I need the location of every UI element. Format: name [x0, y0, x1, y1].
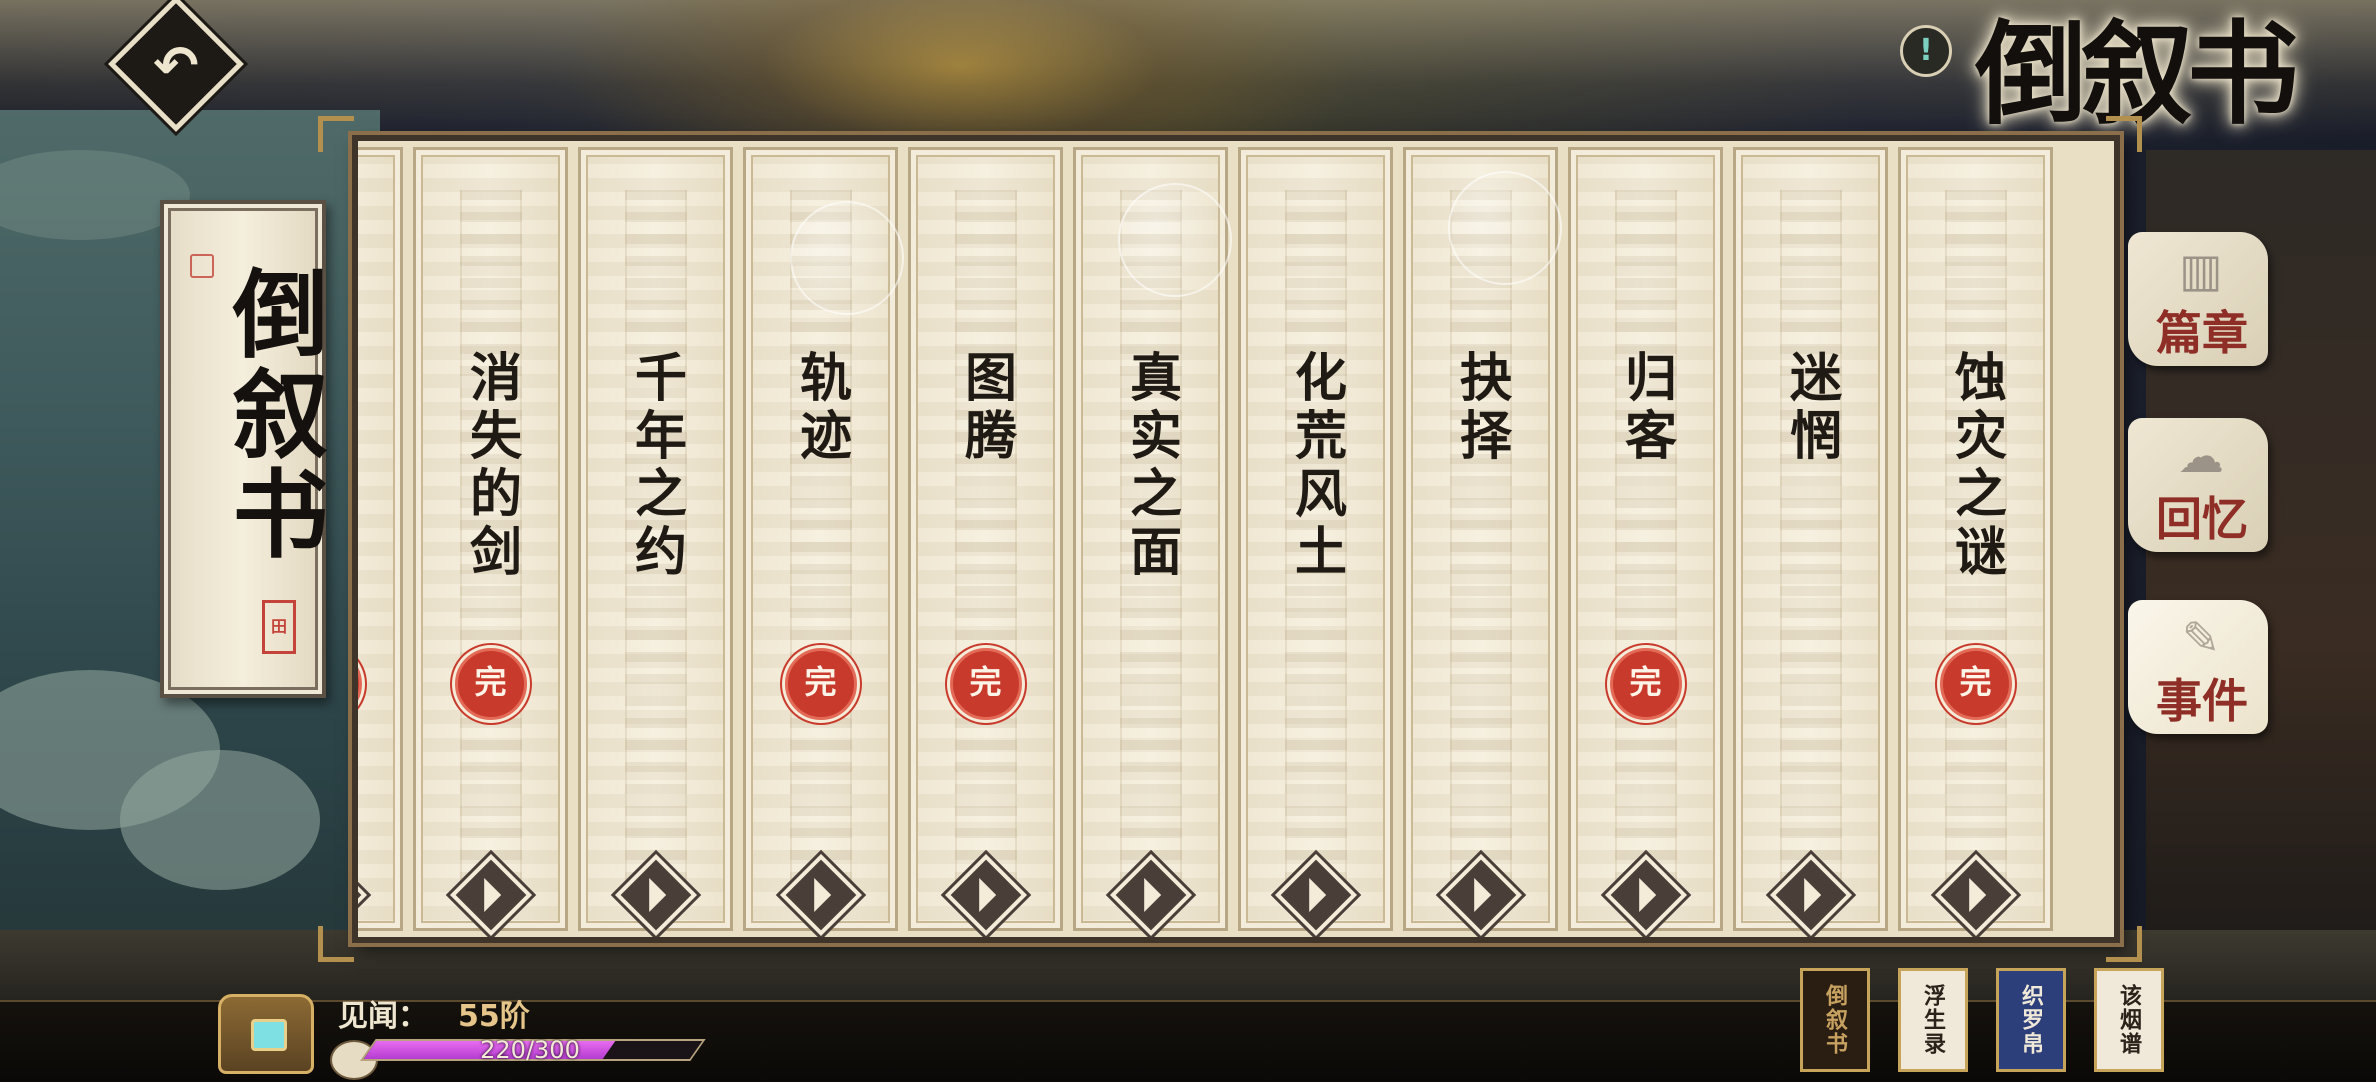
tab-memories[interactable]: ☁ 回忆	[2128, 418, 2268, 552]
completed-seal-icon: 完	[1939, 648, 2012, 720]
tab-label: 篇章	[2156, 306, 2248, 360]
card-title: 抉择	[1450, 350, 1512, 466]
book-cover: 该烟谱	[2103, 977, 2155, 1063]
chapter-card[interactable]: 化荒风土	[1238, 147, 1393, 937]
tab-label: 回忆	[2156, 492, 2248, 546]
chapter-card[interactable]: 图腾完	[908, 147, 1063, 937]
book-cover: 浮生录	[1907, 977, 1959, 1063]
book-tab[interactable]: 浮生录	[1898, 968, 1968, 1072]
chapter-card[interactable]: 千年之约	[578, 147, 733, 937]
tab-events[interactable]: ✎ 事件	[2128, 600, 2268, 734]
book-cover: 倒叙书	[1809, 977, 1861, 1063]
card-title: 归客	[1615, 350, 1677, 466]
completed-seal-icon: 完	[454, 648, 527, 720]
card-title-area: 真实之面	[1076, 350, 1225, 630]
book-label: 浮生录	[1920, 984, 1946, 1056]
banner-title: 倒叙书	[216, 264, 329, 564]
card-title: 真实之面	[1120, 350, 1182, 582]
card-title-area: 轨迹	[746, 350, 895, 630]
cloud-shape	[120, 750, 320, 890]
knowledge-level: 55阶	[458, 999, 530, 1034]
chapter-card[interactable]: 蚀灾之谜完	[1898, 147, 2053, 937]
chapter-card[interactable]: 消失的剑完	[413, 147, 568, 937]
completed-seal-icon: 完	[1609, 648, 1682, 720]
tab-chapters[interactable]: ▥ 篇章	[2128, 232, 2268, 366]
card-title-area: 千年之约	[581, 350, 730, 630]
book-tab[interactable]: 倒叙书	[1800, 968, 1870, 1072]
chapter-panel: 江永谷完消失的剑完千年之约轨迹完图腾完真实之面化荒风土抉择归客完迷惘蚀灾之谜完	[352, 135, 2120, 943]
seal-stamp: 田	[262, 600, 296, 654]
knowledge-label: 见闻：	[338, 999, 428, 1034]
book-label: 倒叙书	[1822, 984, 1848, 1056]
play-triangle-icon	[1638, 878, 1656, 912]
chapter-card[interactable]: 抉择	[1403, 147, 1558, 937]
play-triangle-icon	[483, 878, 501, 912]
book-cover: 织罗帛	[2005, 977, 2057, 1063]
cloud-swirl-icon: ☁	[2178, 429, 2224, 483]
book-label: 该烟谱	[2116, 984, 2142, 1056]
card-title-area: 归客	[1571, 350, 1720, 630]
play-triangle-icon	[1308, 878, 1326, 912]
card-title: 蚀灾之谜	[1945, 350, 2007, 582]
cards-row: 江永谷完消失的剑完千年之约轨迹完图腾完真实之面化荒风土抉择归客完迷惘蚀灾之谜完	[358, 147, 2114, 937]
completed-seal-icon: 完	[784, 648, 857, 720]
card-title: 千年之约	[625, 350, 687, 582]
scroll-icon: ▥	[2179, 243, 2223, 297]
chapter-card[interactable]: 迷惘	[1733, 147, 1888, 937]
card-title-area: 消失的剑	[416, 350, 565, 630]
play-triangle-icon	[1143, 878, 1161, 912]
play-triangle-icon	[648, 878, 666, 912]
open-chapter-button[interactable]	[358, 853, 367, 937]
book-tab[interactable]: 织罗帛	[1996, 968, 2066, 1072]
completed-seal-icon: 完	[949, 648, 1022, 720]
play-triangle-icon	[1473, 878, 1491, 912]
feather-icon: ✎	[2181, 611, 2221, 665]
play-triangle-icon	[978, 878, 996, 912]
chapter-card[interactable]: 江永谷完	[352, 147, 403, 937]
completed-seal-icon: 完	[358, 648, 362, 720]
card-title-area: 化荒风土	[1241, 350, 1390, 630]
card-title-area: 图腾	[911, 350, 1060, 630]
card-title: 消失的剑	[460, 350, 522, 582]
play-triangle-icon	[813, 878, 831, 912]
card-title: 迷惘	[1780, 350, 1842, 466]
card-pattern	[352, 190, 357, 888]
chapter-card[interactable]: 归客完	[1568, 147, 1723, 937]
panel-corner	[318, 926, 354, 962]
chapter-card[interactable]: 真实之面	[1073, 147, 1228, 937]
play-triangle-icon	[1968, 878, 1986, 912]
card-title-area: 蚀灾之谜	[1901, 350, 2050, 630]
card-title: 图腾	[955, 350, 1017, 466]
treasure-chest-icon[interactable]	[218, 994, 314, 1074]
card-title-area: 迷惘	[1736, 350, 1885, 630]
back-arrow-icon[interactable]: ↶	[140, 30, 212, 102]
info-icon[interactable]: !	[1900, 25, 1952, 77]
tab-label: 事件	[2156, 674, 2248, 728]
panel-corner	[2106, 926, 2142, 962]
play-triangle-icon	[1803, 878, 1821, 912]
chapter-card[interactable]: 轨迹完	[743, 147, 898, 937]
card-title-area: 江永谷	[358, 350, 400, 630]
card-title-area: 抉择	[1406, 350, 1555, 630]
card-title: 轨迹	[790, 350, 852, 466]
panel-corner	[318, 116, 354, 152]
book-tab[interactable]: 该烟谱	[2094, 968, 2164, 1072]
panel-corner	[2106, 116, 2142, 152]
book-label: 织罗帛	[2018, 984, 2044, 1056]
progress-text: 220/300	[480, 1036, 580, 1064]
book-banner: 倒叙书 田	[160, 200, 329, 698]
card-title: 化荒风土	[1285, 350, 1347, 582]
